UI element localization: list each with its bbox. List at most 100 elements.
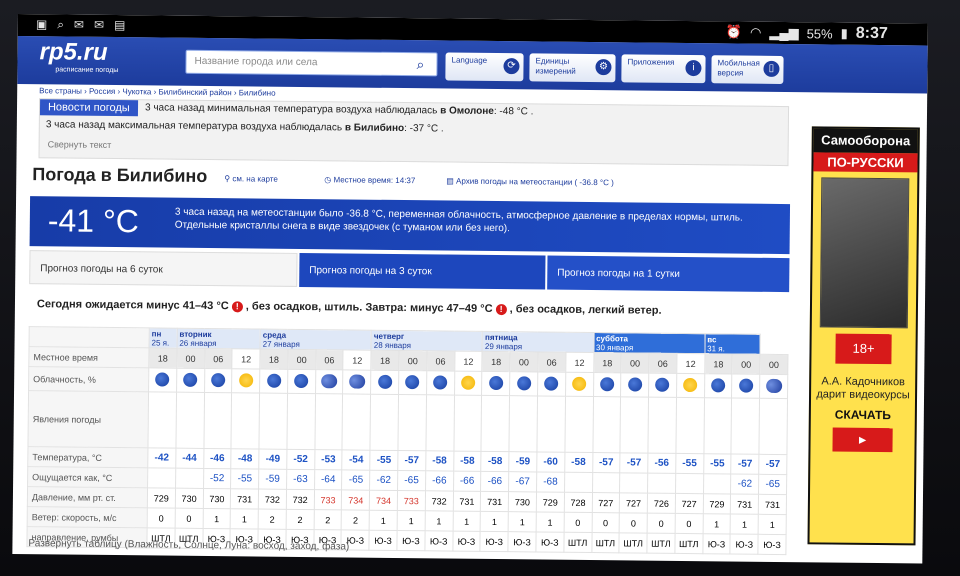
apps-label: Приложения: [627, 57, 675, 67]
news-line-1: 3 часа назад минимальная температура воз…: [145, 102, 534, 117]
wind-speed-cell: 2: [313, 509, 342, 530]
language-button[interactable]: Language ⟳: [445, 52, 524, 82]
sun-icon[interactable]: [572, 376, 587, 391]
moon-icon[interactable]: [655, 377, 670, 392]
moon-icon[interactable]: [294, 373, 309, 388]
hour-cell: 06: [648, 353, 677, 374]
moon-icon[interactable]: [627, 376, 642, 392]
pressure-cell: 727: [675, 493, 704, 514]
search-input[interactable]: Название города или села ⌕: [185, 49, 438, 77]
warning-icon[interactable]: !: [231, 300, 243, 312]
pressure-cell: 731: [230, 488, 259, 510]
news-line-2-place[interactable]: в Билибино: [345, 122, 404, 134]
collapse-text-link[interactable]: Свернуть текст: [48, 139, 112, 150]
moon-icon[interactable]: [433, 374, 448, 390]
tab-1-day[interactable]: Прогноз погоды на 1 сутки: [547, 255, 790, 293]
warning-icon[interactable]: !: [495, 303, 507, 315]
day-header: вс 31 я.: [704, 333, 761, 355]
row-label: Ощущается как, °C: [27, 466, 148, 488]
sun-icon[interactable]: [683, 377, 698, 392]
page-title: Погода в Билибино: [32, 164, 208, 186]
cloudiness-cell: [176, 368, 205, 393]
wind-direction-cell: ШТЛ: [674, 533, 703, 554]
wind-direction-cell: Ю-З: [452, 531, 481, 552]
temperature-cell: -57: [620, 452, 648, 474]
feels-like-cell: [564, 472, 593, 493]
news-line-2-value: : -37 °C .: [404, 123, 444, 135]
news-tab[interactable]: Новости погоды: [39, 99, 138, 117]
temperature-cell: -46: [203, 448, 232, 469]
play-icon[interactable]: ►: [832, 427, 893, 453]
wind-speed-cell: 1: [452, 511, 481, 532]
phenomena-cell: [314, 393, 344, 450]
cloud-icon[interactable]: [321, 373, 338, 388]
moon-icon[interactable]: [183, 372, 198, 387]
wind-speed-cell: 1: [397, 510, 426, 531]
pressure-cell: 732: [258, 489, 287, 510]
weather-news: Новости погоды 3 часа назад минимальная …: [38, 98, 790, 167]
expand-table-link[interactable]: Развернуть таблицу (Влажность, Солнце, Л…: [28, 538, 349, 552]
temperature-cell: -57: [592, 452, 621, 473]
gear-icon: ⚙: [595, 59, 612, 76]
feels-like-cell: -66: [425, 470, 454, 492]
archive-link[interactable]: ▤ Архив погоды на метеостанции ( -36.8 °…: [446, 176, 614, 187]
moon-icon[interactable]: [738, 378, 754, 393]
cloud-icon[interactable]: [348, 373, 366, 389]
temperature-cell: -55: [369, 450, 398, 471]
phenomena-cell: [509, 395, 538, 452]
local-time-label: Местное время: 14:37: [333, 175, 416, 186]
feels-like-cell: -55: [230, 468, 259, 490]
cloudiness-cell: [315, 369, 344, 394]
ad-photo: [819, 177, 910, 329]
sun-icon[interactable]: [238, 372, 253, 387]
apps-button[interactable]: Приложения i: [621, 54, 706, 84]
hour-cell: 12: [676, 353, 705, 374]
pressure-cell: 729: [147, 487, 176, 509]
breadcrumb[interactable]: Все страны › Россия › Чукотка › Билибинс…: [39, 86, 275, 97]
pressure-cell: 728: [564, 492, 593, 513]
phenomena-cell: [536, 395, 566, 453]
moon-icon[interactable]: [516, 375, 531, 390]
ad-subheading: ПО-РУССКИ: [813, 152, 918, 173]
moon-icon[interactable]: [377, 374, 392, 389]
map-link[interactable]: ⚲ см. на карте: [224, 174, 278, 184]
feels-like-cell: -59: [258, 469, 287, 490]
moon-icon[interactable]: [155, 371, 170, 387]
alarm-icon: ⏰: [725, 24, 743, 40]
feels-like-cell: -65: [758, 474, 787, 495]
units-button[interactable]: Единицы измерений ⚙: [529, 53, 616, 83]
tablet-screen: ▣ ⌕ ✉ ✉ ▤ ⏰ ◠ ▂▄▆ 55% ▮ 8:37 rp5.ru расп…: [12, 14, 928, 564]
cloud-icon[interactable]: [765, 378, 782, 393]
row-label: Ветер: скорость, м/с: [27, 506, 148, 528]
pressure-cell: 734: [341, 489, 370, 511]
search-icon[interactable]: ⌕: [416, 56, 432, 72]
tab-6-days[interactable]: Прогноз погоды на 6 суток: [29, 250, 298, 287]
wind-speed-cell: 1: [480, 511, 509, 532]
tab-3-days[interactable]: Прогноз погоды на 3 суток: [299, 252, 546, 290]
forecast-tabs: Прогноз погоды на 6 суток Прогноз погоды…: [29, 250, 790, 294]
moon-icon[interactable]: [211, 372, 226, 387]
pressure-cell: 727: [591, 492, 620, 513]
day-header: вторник 26 января: [176, 328, 261, 350]
moon-icon[interactable]: [488, 375, 504, 390]
moon-icon[interactable]: [599, 376, 615, 391]
moon-icon[interactable]: [405, 374, 420, 389]
site-logo[interactable]: rp5.ru расписание погоды: [39, 38, 118, 75]
device-frame: ▣ ⌕ ✉ ✉ ▤ ⏰ ◠ ▂▄▆ 55% ▮ 8:37 rp5.ru расп…: [0, 0, 960, 576]
moon-icon[interactable]: [544, 376, 559, 391]
feels-like-cell: -66: [453, 471, 482, 492]
moon-icon[interactable]: [266, 373, 281, 388]
news-line-1-value: : -48 °C .: [493, 105, 534, 118]
cloudiness-cell: [370, 370, 399, 395]
sun-icon[interactable]: [461, 375, 476, 390]
info-icon: i: [685, 59, 702, 77]
advertisement[interactable]: Самооборона ПО-РУССКИ 18+ А.А. Кадочнико…: [807, 126, 920, 546]
news-line-1-place[interactable]: в Омолоне: [440, 105, 494, 117]
cloudiness-cell: [231, 368, 260, 394]
mobile-version-button[interactable]: Мобильная версия ▯: [711, 55, 784, 85]
local-time: ◷ Местное время: 14:37: [324, 175, 415, 185]
pressure-cell: 731: [758, 494, 787, 515]
wind-speed-cell: 2: [286, 509, 315, 530]
cloudiness-cell: [426, 370, 455, 396]
moon-icon[interactable]: [711, 377, 726, 392]
